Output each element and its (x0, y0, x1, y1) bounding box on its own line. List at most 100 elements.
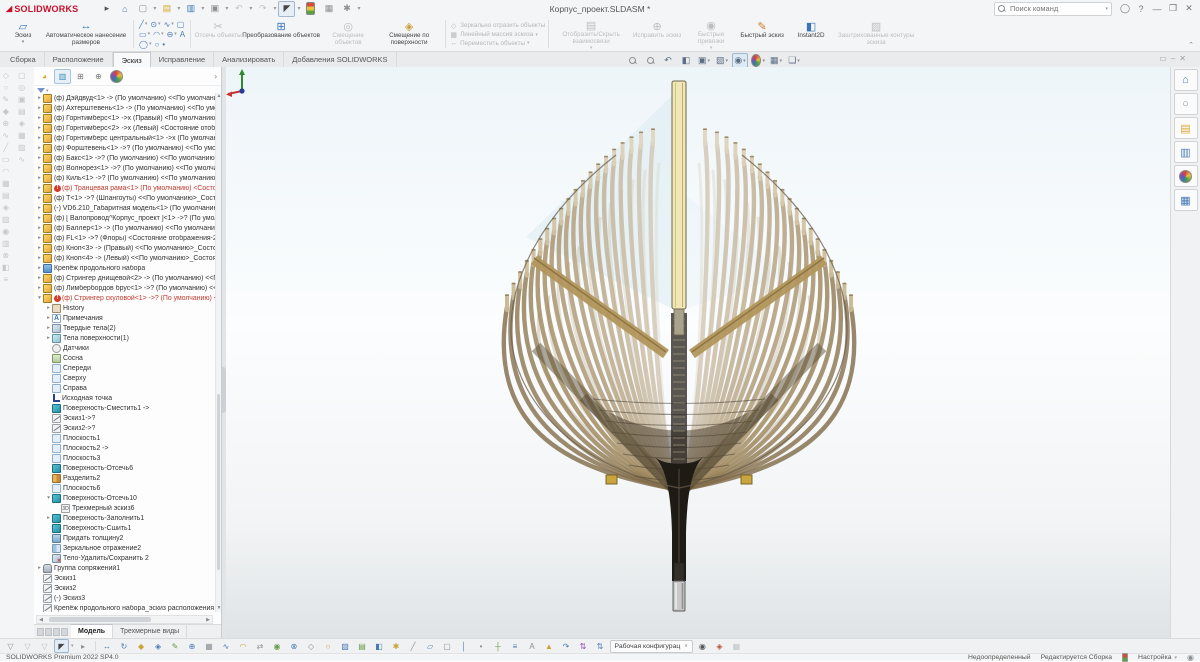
display-style-icon[interactable]: ▧▾ (714, 53, 730, 68)
tree-item[interactable]: Эскиз1->? (34, 413, 215, 423)
expand-arrow-icon[interactable]: ▸ (36, 175, 43, 181)
tree-item[interactable]: ▸(ф) Кноп<3> -> (Правый) <<По умолчанию>… (34, 243, 215, 253)
ribbon-button-offset-on-surface[interactable]: ◈Смещение по поверхности (376, 18, 442, 50)
status-custom[interactable]: Настройка (1138, 654, 1171, 661)
help-icon[interactable]: ? (1134, 2, 1148, 15)
tree-item[interactable]: ▸Поверхность-Заполнить1 (34, 513, 215, 523)
expand-arrow-icon[interactable]: ▾ (45, 495, 52, 501)
tree-tab-nav-square[interactable] (53, 628, 60, 636)
tree-item[interactable]: ▸(ф) FL<1> ->? (Флоры) <Состояние отобра… (34, 233, 215, 243)
tree-tab-model[interactable]: Модель (71, 624, 113, 638)
expand-arrow-icon[interactable]: ▸ (36, 145, 43, 151)
options-gear-icon[interactable]: ✱ (338, 1, 355, 17)
tree-tab-nav-square[interactable] (61, 628, 68, 636)
expand-arrow-icon[interactable]: ▸ (36, 125, 43, 131)
filter-edges-icon[interactable]: ▽ (20, 639, 35, 653)
file-properties-icon[interactable]: ▦ (320, 1, 337, 17)
scroll-left-icon[interactable]: ◀ (37, 617, 45, 623)
expand-arrow-icon[interactable]: ▸ (36, 565, 43, 571)
tree-item[interactable]: ▸(ф) Форштевень<1> ->? (По умолчанию) <<… (34, 143, 215, 153)
tab-анализировать[interactable]: Анализировать (214, 52, 284, 67)
anchor-dn-icon[interactable]: ⇅ (593, 639, 608, 653)
tree-tab-nav[interactable] (34, 625, 71, 638)
coordinate-icon[interactable]: ┼ (491, 639, 506, 653)
left-tool-icon[interactable]: ▢ (18, 71, 26, 80)
custom-properties-icon[interactable]: ▦ (1174, 189, 1198, 211)
left-tool-icon[interactable]: ◎ (18, 83, 25, 92)
open-icon[interactable]: ▤ (158, 1, 175, 17)
sketch-entity-icon[interactable]: ◠▾ (153, 30, 164, 39)
tree-item[interactable]: ▸Твердые тела(2) (34, 323, 215, 333)
tree-item[interactable]: ▸(ф) Кноп<4> -> (Левый) <<По умолчанию>_… (34, 253, 215, 263)
reference-geometry-icon[interactable]: ∿ (219, 639, 234, 653)
expand-arrow-icon[interactable]: ▸ (36, 195, 43, 201)
tree-item[interactable]: Эскиз2->? (34, 423, 215, 433)
filter-faces-icon[interactable]: ▽ (37, 639, 52, 653)
left-tool-icon[interactable]: ▦ (2, 179, 10, 188)
user-account-icon[interactable]: ◯ (1118, 2, 1132, 15)
tree-item[interactable]: Датчики (34, 343, 215, 353)
point-tool-icon[interactable]: • (474, 639, 489, 653)
search-caret-icon[interactable]: ▾ (1105, 6, 1108, 12)
caret-icon[interactable]: ▾ (726, 58, 729, 64)
sketch-entity-icon[interactable]: ⊖▾ (167, 30, 177, 39)
simulation-icon[interactable]: ▲ (542, 639, 557, 653)
filter-icon[interactable]: ▽ (3, 639, 18, 653)
home-icon[interactable]: ⌂ (116, 1, 133, 17)
tree-item[interactable]: ▸(ф) Горнтимберс центральный<1> ->х (По … (34, 133, 215, 143)
hide-show-items-icon[interactable]: ◉▾ (732, 53, 748, 68)
sketch-tool-icon[interactable]: ▱ (423, 639, 438, 653)
ghost-icon[interactable]: ▦ (729, 639, 744, 653)
tab-расположение[interactable]: Расположение (45, 52, 113, 67)
caret-icon[interactable]: ▾ (174, 31, 177, 37)
select-tool-icon[interactable]: ◤ (54, 639, 69, 653)
left-tool-icon[interactable]: ▤ (18, 107, 26, 116)
left-tool-icon[interactable]: ≡ (3, 275, 8, 284)
tree-item[interactable]: ▸History (34, 303, 215, 313)
interference-icon[interactable]: ⊗ (287, 639, 302, 653)
section-icon[interactable]: ◧ (372, 639, 387, 653)
axis-tool-icon[interactable]: │ (457, 639, 472, 653)
featuremanager-tab-icon[interactable]: ◕ (36, 69, 53, 84)
left-tool-icon[interactable]: ◉ (2, 227, 9, 236)
zoom-to-fit-icon[interactable] (624, 53, 640, 68)
caret-icon[interactable]: ▾ (357, 5, 360, 12)
caret-icon[interactable]: ▾ (161, 31, 164, 37)
dimxpertmanager-tab-icon[interactable]: ⊕ (90, 69, 107, 84)
sketch-entity-icon[interactable]: A (180, 30, 185, 39)
tree-item[interactable]: Поверхность-Отсечь6 (34, 463, 215, 473)
tree-item[interactable]: Придать толщину2 (34, 533, 215, 543)
tab-эскиз[interactable]: Эскиз (113, 52, 151, 67)
file-explorer-icon[interactable]: ▥ (1174, 141, 1198, 163)
caret-icon[interactable]: ▾ (743, 58, 746, 64)
redo-icon[interactable]: ↷ (254, 1, 271, 17)
configuration-dropdown[interactable]: Рабочая конфигурац∨ (610, 640, 693, 653)
caret-icon[interactable]: ▾ (171, 21, 174, 27)
expand-arrow-icon[interactable]: ▸ (36, 135, 43, 141)
tree-tab-3d-views[interactable]: Трехмерные виды (113, 625, 187, 638)
smart-fastener-icon[interactable]: ◈ (151, 639, 166, 653)
section-view-icon[interactable]: ◧ (678, 53, 694, 68)
hull-model[interactable] (226, 67, 1170, 638)
move-component-icon[interactable]: ↔ (100, 639, 115, 653)
tree-item[interactable]: ▸(ф) [ Валопровод^Корпус_проект ]<1> ->?… (34, 213, 215, 223)
print-icon[interactable]: ▣ (206, 1, 223, 17)
scroll-thumb[interactable] (217, 394, 220, 570)
tree-tab-nav-square[interactable] (37, 628, 44, 636)
tree-item[interactable]: Справа (34, 383, 215, 393)
tree-item[interactable]: Крепёж продольного набора_эскиз располож… (34, 603, 215, 612)
left-tool-icon[interactable]: ◧ (2, 263, 10, 272)
design-library-icon[interactable]: ▤ (1174, 117, 1198, 139)
tree-item[interactable]: ▸(ф) Дэйдвуд<1> -> (По умолчанию) <<По у… (34, 93, 215, 103)
left-tool-icon[interactable]: ▦ (18, 131, 26, 140)
taskpane-home-icon[interactable]: ⌂ (1174, 69, 1198, 91)
tree-item[interactable]: ▸(ф) Горнтимберс<2> ->х (Левый) <Состоян… (34, 123, 215, 133)
ribbon-button-smart-dimension[interactable]: ↔Автоматическое нанесение размеров (42, 18, 130, 50)
flyout-arrow-icon[interactable]: ▸ (98, 1, 115, 17)
mate-icon[interactable]: ◆ (134, 639, 149, 653)
hole-alignment-icon[interactable]: ○ (321, 639, 336, 653)
sketch-entity-icon[interactable]: ▭▾ (139, 30, 150, 39)
tree-item[interactable]: Спереди (34, 363, 215, 373)
expand-arrow-icon[interactable]: ▸ (36, 255, 43, 261)
tree-item[interactable]: Эскиз1 (34, 573, 215, 583)
